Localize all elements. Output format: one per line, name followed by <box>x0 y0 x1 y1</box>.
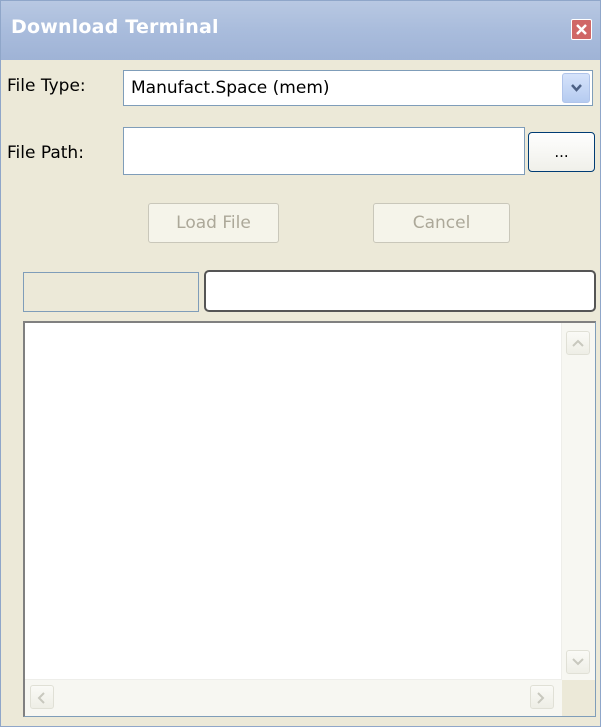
file-type-value: Manufact.Space (mem) <box>131 78 330 98</box>
file-type-select[interactable]: Manufact.Space (mem) <box>123 70 593 106</box>
file-path-input[interactable] <box>123 127 525 175</box>
scroll-down-button[interactable] <box>566 650 590 674</box>
arrow-up-icon <box>572 339 584 347</box>
arrow-left-icon <box>37 692 45 704</box>
output-text-area[interactable] <box>23 321 596 717</box>
cancel-button[interactable]: Cancel <box>373 203 510 243</box>
scroll-right-button[interactable] <box>530 685 554 709</box>
progress-bar <box>204 270 596 312</box>
title-bar[interactable]: Download Terminal <box>1 1 600 60</box>
download-terminal-window: Download Terminal File Type: Manufact.Sp… <box>0 0 601 727</box>
close-button[interactable] <box>571 19 592 40</box>
load-file-button[interactable]: Load File <box>148 203 279 243</box>
chevron-down-icon <box>571 84 582 92</box>
status-panel <box>23 272 199 312</box>
arrow-right-icon <box>537 692 545 704</box>
horizontal-scrollbar[interactable] <box>25 679 562 716</box>
scroll-up-button[interactable] <box>566 331 590 355</box>
window-title: Download Terminal <box>11 16 219 38</box>
file-path-label: File Path: <box>7 143 84 163</box>
arrow-down-icon <box>572 658 584 666</box>
dropdown-button[interactable] <box>562 73 590 103</box>
file-type-label: File Type: <box>7 76 86 96</box>
close-icon <box>576 24 587 35</box>
vertical-scrollbar[interactable] <box>561 323 595 681</box>
scroll-left-button[interactable] <box>30 685 54 709</box>
browse-button[interactable]: ... <box>528 132 595 172</box>
scroll-corner <box>562 680 595 716</box>
